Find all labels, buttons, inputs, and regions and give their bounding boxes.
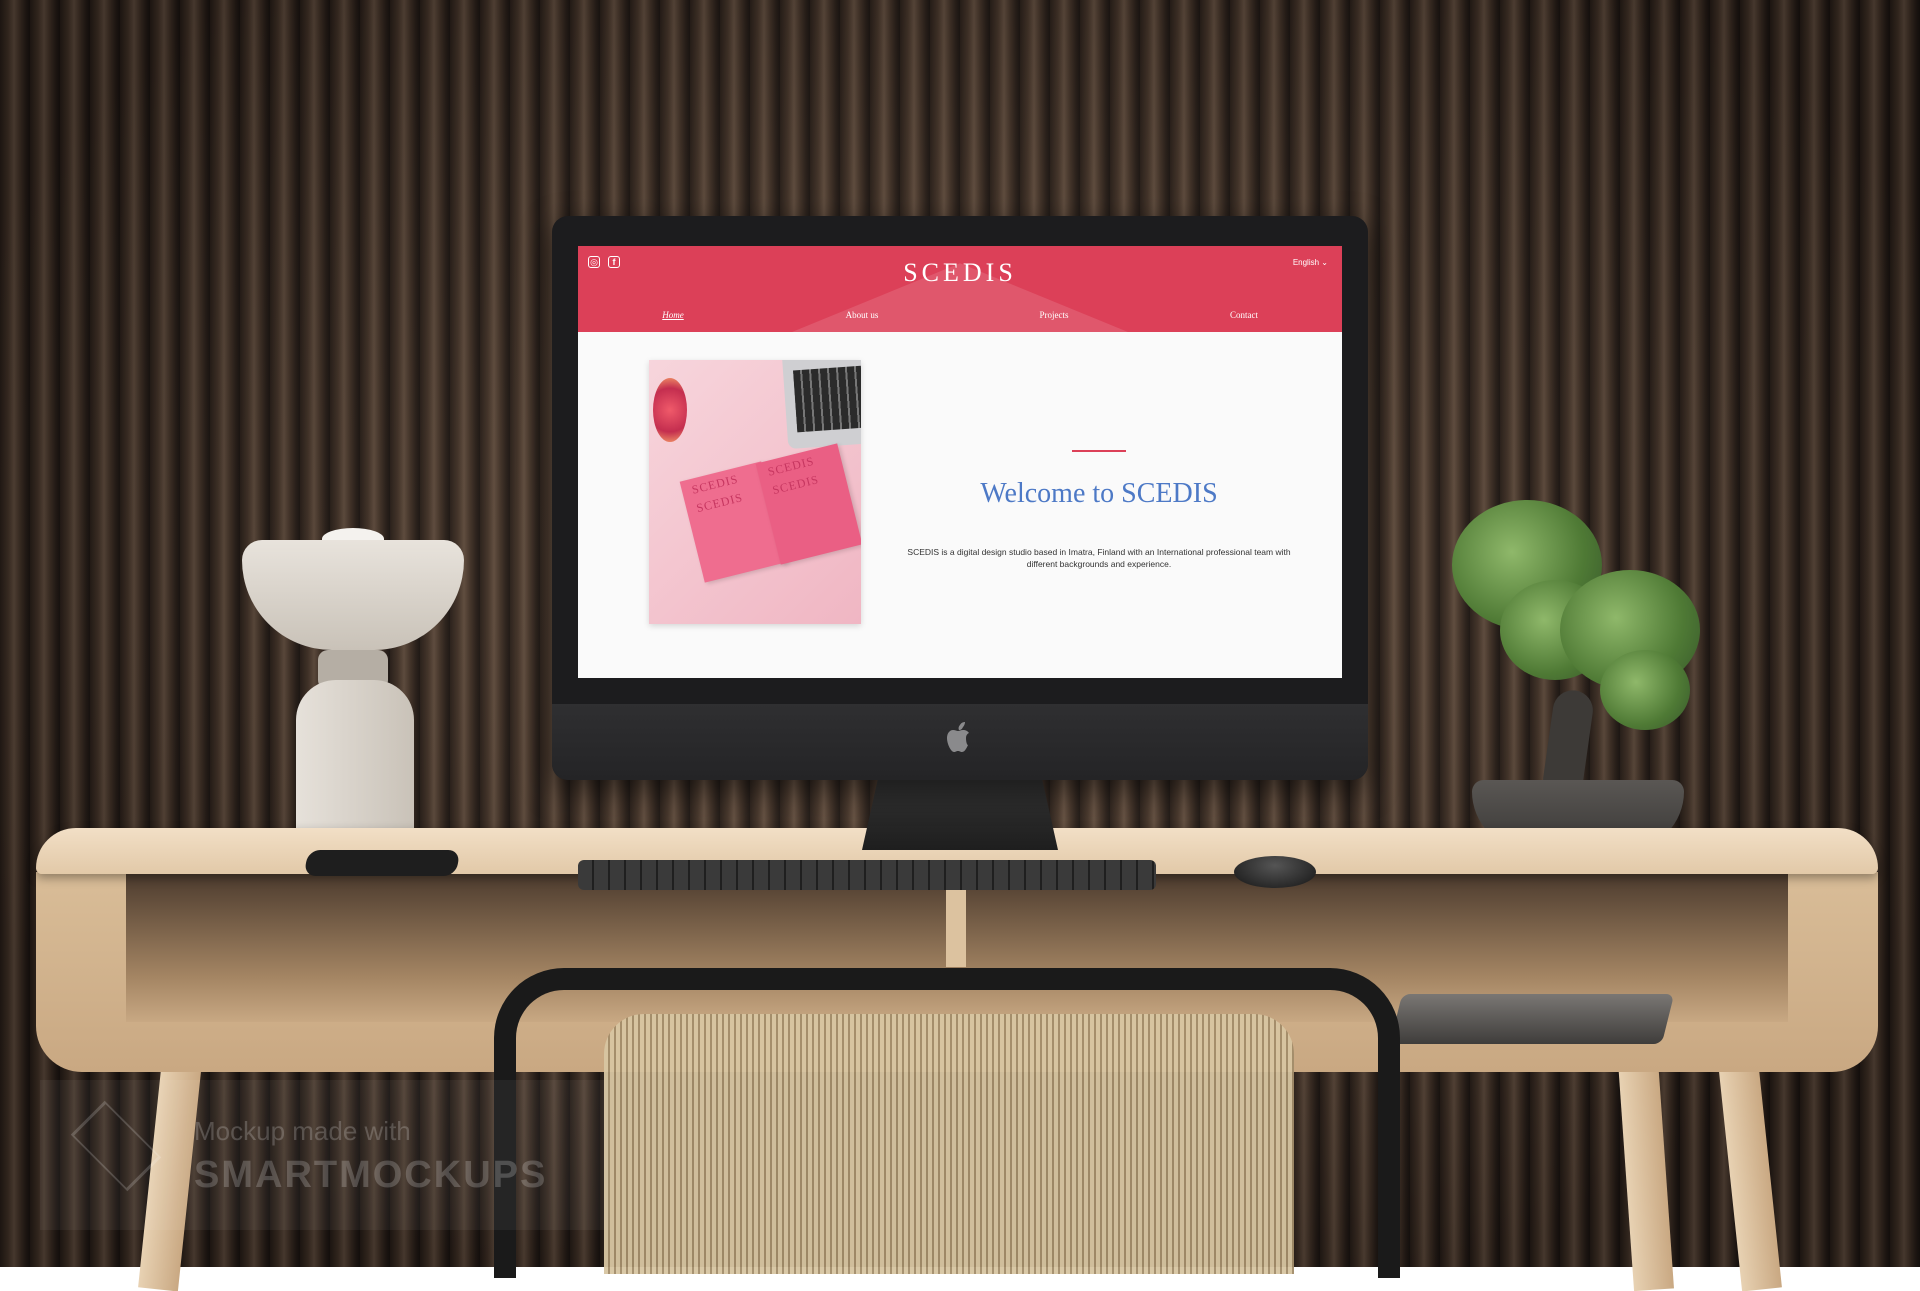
mouse — [1234, 856, 1316, 888]
smartmockups-logo-icon — [70, 1100, 162, 1192]
flower-photo — [653, 378, 687, 442]
nav-home[interactable]: Home — [662, 310, 684, 320]
site-logo[interactable]: SCEDIS — [578, 258, 1342, 288]
nav-about-us[interactable]: About us — [846, 310, 879, 320]
smartphone — [303, 850, 461, 876]
keyboard — [578, 860, 1156, 890]
language-selector[interactable]: English ⌄ — [1293, 258, 1328, 267]
monitor-stand — [862, 780, 1058, 850]
accent-divider — [1072, 450, 1126, 452]
chair-frame — [494, 968, 1400, 1278]
welcome-title: Welcome to SCEDIS — [980, 478, 1218, 509]
laptop-photo — [781, 360, 861, 450]
intro-text: SCEDIS is a digital design studio based … — [907, 547, 1291, 569]
main-nav: Home About us Projects Contact — [578, 310, 1342, 326]
site-header: ◎ f SCEDIS English ⌄ Home About us Proje… — [578, 246, 1342, 332]
nav-contact[interactable]: Contact — [1230, 310, 1258, 320]
apple-logo-icon — [947, 722, 969, 752]
watermark: Mockup made with SMARTMOCKUPS — [40, 1080, 610, 1230]
watermark-line1: Mockup made with — [194, 1116, 411, 1146]
nav-projects[interactable]: Projects — [1040, 310, 1069, 320]
hero-image: SCEDIS SCEDIS SCEDIS SCEDIS — [649, 360, 861, 624]
monitor-chin — [552, 704, 1368, 780]
watermark-line2: SMARTMOCKUPS — [194, 1154, 548, 1196]
language-label: English — [1292, 258, 1320, 267]
website-screen: ◎ f SCEDIS English ⌄ Home About us Proje… — [578, 246, 1342, 678]
chevron-down-icon: ⌄ — [1321, 258, 1328, 267]
tablet — [1389, 994, 1675, 1044]
lamp-base — [296, 680, 414, 840]
laptop-keys — [792, 365, 861, 433]
bonsai-foliage — [1600, 650, 1690, 730]
